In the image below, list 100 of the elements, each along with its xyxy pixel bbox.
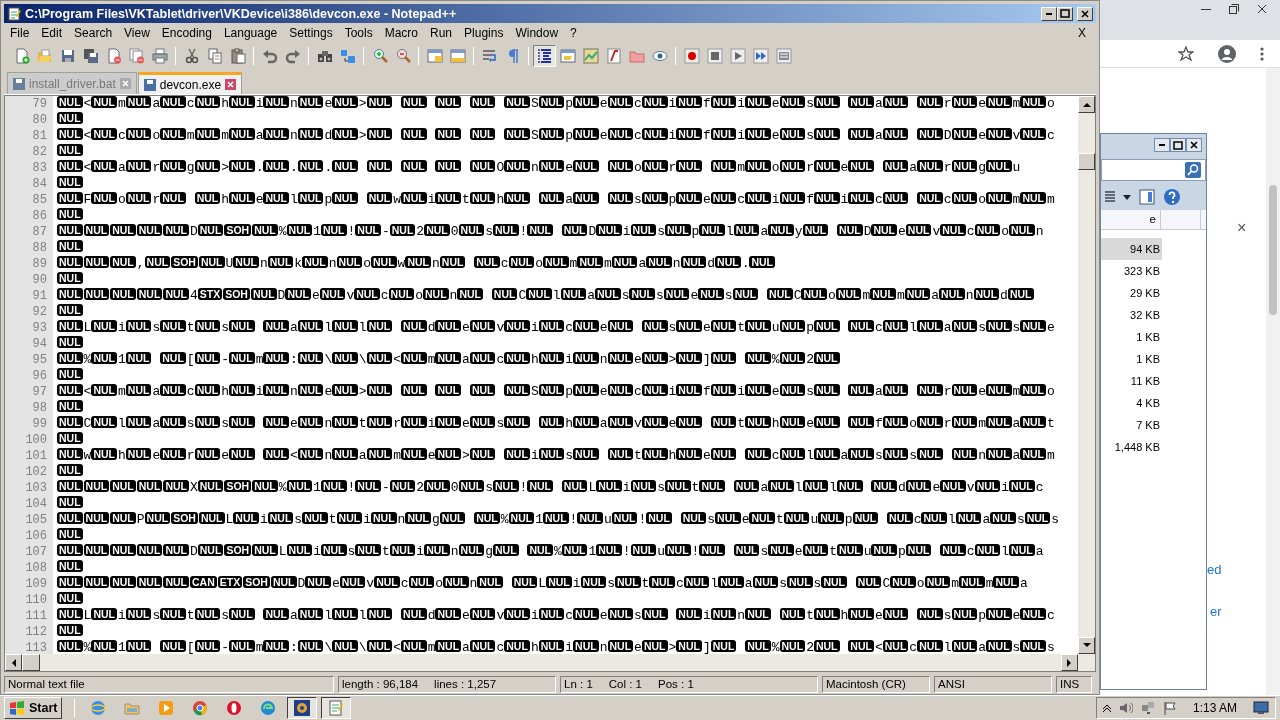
control-character-badge: NUL [136,480,163,492]
help-icon[interactable] [1163,188,1181,206]
speaker-icon[interactable] [1118,702,1133,714]
monitor-icon[interactable] [1253,701,1269,715]
taskbar-button[interactable] [287,697,318,719]
taskbar-button[interactable] [321,697,352,719]
control-character-badge: NUL [401,352,427,364]
menu-item[interactable]: Plugins [458,24,510,42]
view-grid-icon[interactable] [1105,191,1115,203]
control-character-badge: NUL [91,416,117,428]
control-character-badge: NUL [194,352,221,364]
control-character-badge: NUL [848,128,874,140]
close-document-button[interactable]: X [1072,24,1092,42]
control-character-badge: NUL [57,640,83,652]
scrollbar-thumb[interactable] [1078,153,1095,170]
menu-item[interactable]: Macro [378,24,424,42]
start-button[interactable]: Start [4,697,63,719]
search-field[interactable] [1101,159,1206,181]
control-character-badge: NUL [607,608,634,620]
menu-item[interactable]: File [4,24,36,42]
ring-icon [226,700,243,716]
control-character-badge: NUL [435,640,462,652]
control-character-badge: NUL [848,320,874,332]
code-text: e [324,384,333,399]
preview-pane-icon[interactable] [1139,189,1155,205]
flag-icon[interactable] [1162,701,1177,715]
scrollbar-thumb[interactable] [22,654,40,671]
control-character-badge: NUL [504,128,530,140]
code-text: i [737,96,746,111]
network-icon[interactable] [1140,701,1155,715]
control-character-badge: NUL [229,384,255,396]
file-size-cell[interactable]: 32 KB [1101,304,1206,326]
menu-item[interactable]: Edit [35,24,69,42]
code-text: s [806,96,814,111]
menu-item[interactable]: Tools [338,24,379,42]
control-character-badge: NUL [527,544,553,556]
control-character-badge: NUL [57,96,83,108]
menu-item[interactable]: Search [68,24,119,42]
vertical-scrollbar[interactable] [1266,68,1280,695]
control-character-badge: NUL [768,480,794,492]
file-size-cell[interactable]: 1,448 KB [1101,436,1206,458]
line-number: 107 [24,544,47,560]
file-size-cell[interactable]: 94 KB [1101,238,1162,260]
menu-item[interactable]: ? [564,24,583,42]
menu-item[interactable]: View [118,24,156,42]
chevron-up-icon[interactable] [1102,704,1111,712]
file-size-cell[interactable]: 11 KB [1101,370,1206,392]
menu-item[interactable]: Language [217,24,284,42]
code-text: e [702,448,711,463]
code-text: y [794,224,803,239]
file-size-cell[interactable]: 4 KB [1101,392,1206,414]
control-character-badge: NUL [951,160,978,172]
control-character-badge: NUL [538,640,565,652]
code-text: l [290,192,298,207]
menu-item[interactable]: Run [424,24,459,42]
control-character-badge: NUL [401,608,427,620]
code-text: s [656,288,664,303]
control-character-badge: NUL [504,192,530,204]
control-character-badge: NUL [163,224,189,236]
file-size-cell[interactable]: 1 KB [1101,348,1206,370]
control-character-badge: NUL [882,160,909,172]
document-tab[interactable]: devcon.exe [137,72,243,94]
file-size-cell[interactable]: 1 KB [1101,326,1206,348]
menu-item[interactable]: Settings [283,24,339,42]
minimize-icon [1201,8,1211,10]
control-character-badge: NUL [917,448,943,460]
control-character-badge: NUL [504,352,530,364]
control-character-badge: NUL [458,544,485,556]
control-character-badge: NUL [710,96,737,108]
more-menu-icon[interactable] [1260,45,1264,62]
star-icon[interactable] [1178,45,1194,62]
vertical-scrollbar[interactable] [1078,96,1095,654]
close-button[interactable]: × [1237,219,1247,237]
control-character-badge: NUL [527,224,553,236]
menu-item[interactable]: Encoding [155,24,218,42]
link[interactable]: ed [1207,562,1222,577]
control-character-badge: NUL [630,224,657,236]
control-character-badge: NUL [538,352,565,364]
maximize-button[interactable] [1170,138,1186,152]
avatar-icon[interactable] [1218,44,1236,63]
file-size-cell[interactable]: 7 KB [1101,414,1206,436]
caret-icon[interactable] [1123,194,1131,200]
code-text: e [771,96,780,111]
line-number: 79 [31,96,47,112]
control-character-badge: NUL [917,128,943,140]
toolbar-button[interactable] [533,45,556,67]
menu-item[interactable]: Window [509,24,565,42]
control-character-badge: NUL [1009,480,1035,492]
horizontal-scrollbar[interactable] [5,654,1095,671]
file-size-cell[interactable]: 323 KB [1101,260,1206,282]
file-size-cell[interactable]: 29 KB [1101,282,1206,304]
control-character-badge: NUL [401,192,427,204]
minimize-button[interactable] [1154,138,1170,152]
link[interactable]: er [1210,604,1222,619]
control-character-badge: NUL [882,416,909,428]
close-tab-button[interactable] [225,79,237,90]
code-text: v [496,320,505,335]
control-character-badge: NUL [332,128,358,140]
status-text: Macintosh (CR) [826,677,906,692]
close-button[interactable] [1186,138,1202,152]
